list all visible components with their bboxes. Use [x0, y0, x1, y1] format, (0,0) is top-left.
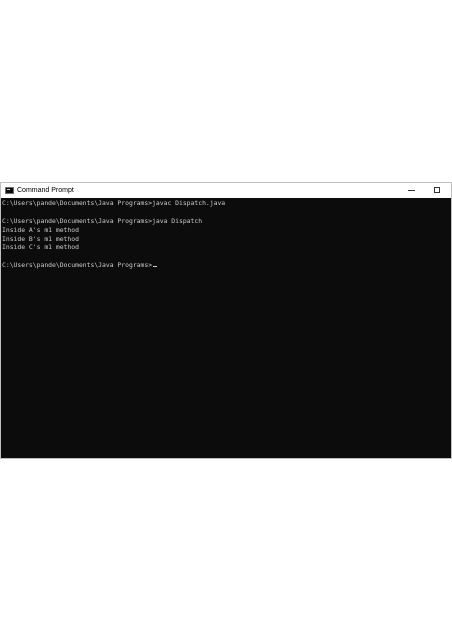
- window-title: Command Prompt: [17, 187, 74, 194]
- maximize-icon: [434, 187, 440, 193]
- minimize-icon: [408, 190, 415, 191]
- console-line-output-c: Inside C's m1 method: [2, 243, 79, 252]
- prompt-text: C:\Users\pande\Documents\Java Programs>: [2, 261, 153, 270]
- console-line-blank-2: [2, 252, 451, 261]
- cmd-icon: [5, 187, 14, 194]
- console-line-output-a: Inside A's m1 method: [2, 225, 79, 234]
- console-output[interactable]: C:\Users\pande\Documents\Java Programs>j…: [1, 198, 451, 458]
- maximize-button[interactable]: [425, 183, 451, 198]
- window-controls: [399, 183, 451, 198]
- console-line-command-compile: C:\Users\pande\Documents\Java Programs>j…: [2, 199, 226, 207]
- text-cursor: [153, 265, 158, 268]
- page: Command Prompt C:\Users\pande\Documents\…: [0, 0, 452, 640]
- command-prompt-window[interactable]: Command Prompt C:\Users\pande\Documents\…: [0, 182, 452, 459]
- console-line-output-b: Inside B's m1 method: [2, 234, 79, 243]
- title-bar[interactable]: Command Prompt: [1, 183, 451, 198]
- console-line-command-run: C:\Users\pande\Documents\Java Programs>j…: [2, 216, 203, 225]
- console-line-prompt[interactable]: C:\Users\pande\Documents\Java Programs>: [2, 261, 451, 270]
- minimize-button[interactable]: [399, 183, 425, 198]
